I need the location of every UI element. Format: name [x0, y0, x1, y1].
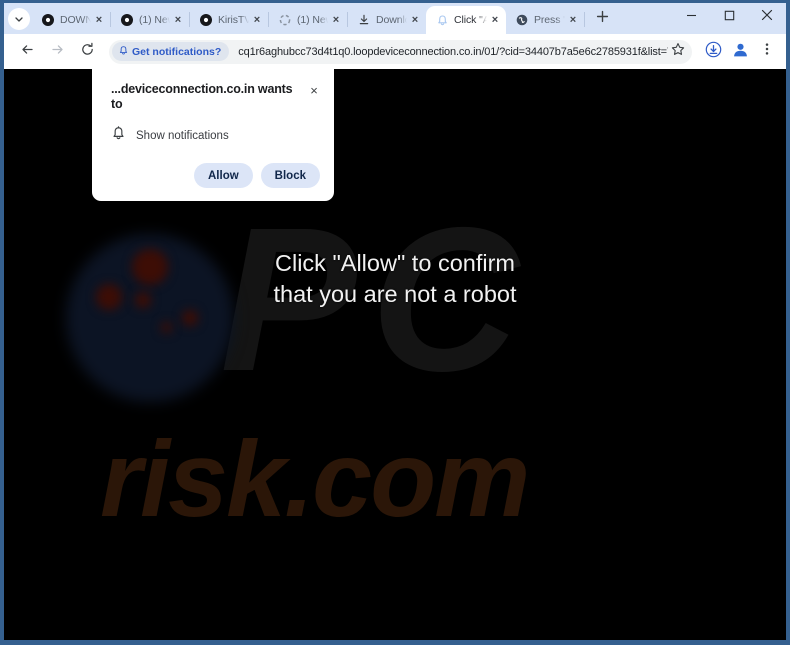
watermark-riskcom: risk.com: [100, 418, 530, 539]
bookmark-button[interactable]: [668, 42, 688, 62]
permission-dialog-actions: Allow Block: [92, 146, 334, 201]
minimize-icon: [686, 8, 697, 26]
url-text[interactable]: cq1r6aghubcc73d4t1q0.loopdeviceconnectio…: [238, 46, 668, 58]
arrow-left-icon: [20, 42, 35, 62]
tab-close-button[interactable]: ×: [329, 13, 343, 27]
get-notifications-chip[interactable]: Get notifications?: [112, 42, 230, 61]
profile-button[interactable]: [728, 40, 752, 64]
bell-icon: [118, 43, 129, 61]
tab-new-2[interactable]: (1) New ×: [269, 6, 347, 34]
tab-downl[interactable]: DOWNL ×: [32, 6, 110, 34]
arrow-right-icon: [50, 42, 65, 62]
tab-close-button[interactable]: ×: [171, 13, 185, 27]
allow-button[interactable]: Allow: [194, 163, 253, 188]
tab-search-button[interactable]: [8, 8, 30, 30]
tab-close-button[interactable]: ×: [250, 13, 264, 27]
minimize-button[interactable]: [672, 3, 710, 31]
tab-title: KirisTV: [218, 14, 249, 26]
page-message-line-2: that you are not a robot: [273, 281, 517, 308]
back-button[interactable]: [14, 39, 40, 65]
tab-strip: DOWNL × (1) New × KirisTV ×: [4, 3, 786, 34]
browser-toolbar: Get notifications? cq1r6aghubcc73d4t1q0.…: [4, 34, 786, 69]
dark-circle-favicon: [120, 13, 134, 27]
browser-menu-button[interactable]: [755, 40, 779, 64]
browser-window: DOWNL × (1) New × KirisTV ×: [4, 3, 786, 640]
tab-close-button[interactable]: ×: [566, 13, 580, 27]
permission-label: Show notifications: [136, 130, 229, 142]
permission-row: Show notifications: [92, 112, 334, 146]
page-viewport: PC risk.com Click "Allow" to confirm tha…: [4, 69, 786, 640]
tab-click-allow[interactable]: Click "A ×: [426, 6, 506, 34]
maximize-button[interactable]: [710, 3, 748, 31]
download-favicon: [357, 13, 371, 27]
tab-title: DOWNL: [60, 14, 91, 26]
downloads-button[interactable]: [701, 40, 725, 64]
bell-icon: [111, 126, 126, 146]
block-button[interactable]: Block: [260, 163, 320, 188]
tab-downlo[interactable]: Downlo ×: [348, 6, 426, 34]
tab-title: (1) New: [139, 14, 170, 26]
tab-title: Click "A: [454, 14, 487, 26]
tab-title: (1) New: [297, 14, 328, 26]
forward-button[interactable]: [44, 39, 70, 65]
reload-button[interactable]: [74, 39, 100, 65]
tab-separator: [584, 12, 585, 27]
robot-dot: [161, 322, 172, 333]
close-icon: [761, 8, 773, 26]
plus-icon: [596, 10, 609, 28]
close-window-button[interactable]: [748, 3, 786, 31]
account-avatar-icon: [732, 41, 749, 63]
notification-permission-dialog: ...deviceconnection.co.in wants to × Sho…: [92, 69, 334, 201]
chevron-down-icon: [14, 14, 24, 24]
browser-window-frame: DOWNL × (1) New × KirisTV ×: [0, 0, 790, 645]
star-icon: [671, 42, 685, 61]
globe-favicon: [515, 13, 529, 27]
permission-dialog-close-button[interactable]: ×: [306, 82, 322, 98]
page-message: Click "Allow" to confirm that you are no…: [4, 248, 786, 311]
tab-close-button[interactable]: ×: [408, 13, 422, 27]
tab-close-button[interactable]: ×: [92, 13, 106, 27]
tab-new-1[interactable]: (1) New ×: [111, 6, 189, 34]
loading-spinner-favicon: [278, 13, 292, 27]
robot-dot: [182, 310, 198, 326]
get-notifications-label: Get notifications?: [132, 45, 222, 58]
bell-favicon: [435, 13, 449, 27]
tab-title: Downlo: [376, 14, 407, 26]
dark-circle-favicon: [199, 13, 213, 27]
reload-icon: [80, 42, 95, 62]
permission-dialog-title: ...deviceconnection.co.in wants to: [111, 82, 293, 111]
tab-close-button[interactable]: ×: [488, 13, 502, 27]
address-bar[interactable]: Get notifications? cq1r6aghubcc73d4t1q0.…: [109, 39, 692, 64]
tab-press-allow[interactable]: Press "A ×: [506, 6, 584, 34]
page-message-line-1: Click "Allow" to confirm: [275, 250, 515, 276]
new-tab-button[interactable]: [590, 7, 614, 31]
download-circle-icon: [705, 41, 722, 63]
three-dot-menu-icon: [760, 42, 774, 61]
maximize-icon: [724, 8, 735, 26]
permission-dialog-header: ...deviceconnection.co.in wants to ×: [92, 82, 334, 112]
window-controls: [672, 3, 786, 34]
dark-circle-favicon: [41, 13, 55, 27]
tab-kiristv[interactable]: KirisTV ×: [190, 6, 268, 34]
tab-title: Press "A: [534, 14, 565, 26]
